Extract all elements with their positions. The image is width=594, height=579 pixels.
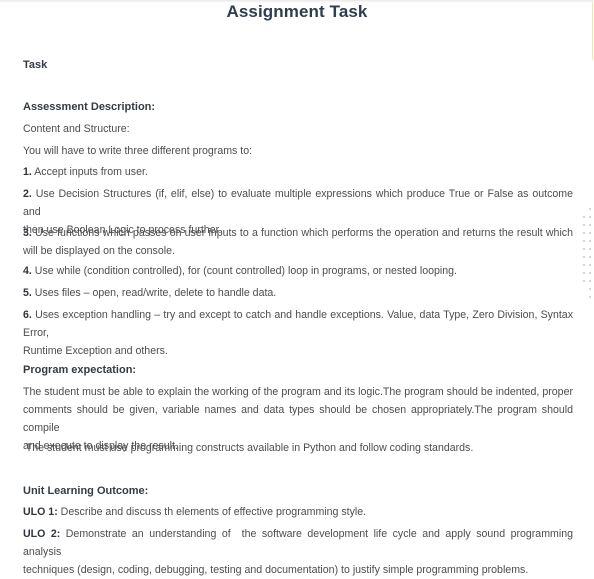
grip-dot [589,288,591,290]
ulo-item-1: ULO 1: Describe and discuss th elements … [23,503,573,521]
item-number: 3. [23,227,32,239]
assessment-heading: Assessment Description: [23,101,156,113]
grip-dot [589,296,591,298]
scroll-grip-dots[interactable] [583,208,593,308]
item-text-line2: will be displayed on the console. [23,245,175,257]
grip-dot [589,224,591,226]
paragraph-line2: comments should be given, variable names… [23,404,573,434]
grip-dot [589,208,591,210]
grip-dot [589,240,591,242]
item-text: Uses files – open, read/write, delete to… [31,287,277,299]
grip-dot [583,272,585,274]
grip-dot [583,256,585,258]
item-text-line2: Runtime Exception and others. [23,345,168,357]
ulo-text: Describe and discuss th elements of effe… [57,506,367,518]
ulo-label: ULO 2: [23,528,61,540]
grip-dot [589,272,591,274]
item-text: Accept inputs from user. [31,166,148,178]
grip-dot [583,216,585,218]
content-structure-label: Content and Structure: [23,123,130,135]
assessment-item-1: 1. Accept inputs from user. [23,163,573,181]
ulo-text-line2: techniques (design, coding, debugging, t… [23,564,529,576]
assessment-intro: You will have to write three different p… [23,145,253,157]
item-number: 4. [23,265,32,277]
grip-dot [583,264,585,266]
item-text-line1: Use Decision Structures (if, elif, else)… [23,188,573,218]
ulo-item-2: ULO 2: Demonstrate an understanding of t… [23,525,573,579]
assessment-item-3: 3. Use functions which passes on user in… [23,224,573,260]
ulo-label: ULO 1: [23,506,58,518]
item-number: 5. [23,287,32,299]
grip-dot [589,216,591,218]
grip-dot [583,232,585,234]
program-expectation-heading: Program expectation: [23,364,137,376]
paragraph-line1: The student must be able to explain the … [23,386,573,398]
grip-dot [583,240,585,242]
program-expectation-standards: The student must use programming constru… [23,442,474,454]
item-text-line1: Use functions which passes on user input… [31,227,573,239]
item-text: Use while (condition controlled), for (c… [31,265,457,277]
item-number: 6. [23,309,32,321]
assessment-item-4: 4. Use while (condition controlled), for… [23,262,573,280]
item-text-line1: Uses exception handling – try and except… [23,309,573,339]
ulo-heading: Unit Learning Outcome: [23,485,149,497]
page-title: Assignment Task [226,2,368,21]
assessment-item-5: 5. Uses files – open, read/write, delete… [23,284,573,302]
grip-dot [589,248,591,250]
grip-dot [583,280,585,282]
ulo-text-line1: Demonstrate an understanding of the soft… [23,528,576,558]
item-number: 2. [23,188,32,200]
grip-dot [589,280,591,282]
grip-dot [589,256,591,258]
grip-dot [583,248,585,250]
grip-dot [589,264,591,266]
grip-dot [583,224,585,226]
task-label: Task [23,59,48,71]
grip-dot [589,232,591,234]
assessment-item-6: 6. Uses exception handling – try and exc… [23,306,573,360]
item-number: 1. [23,166,32,178]
